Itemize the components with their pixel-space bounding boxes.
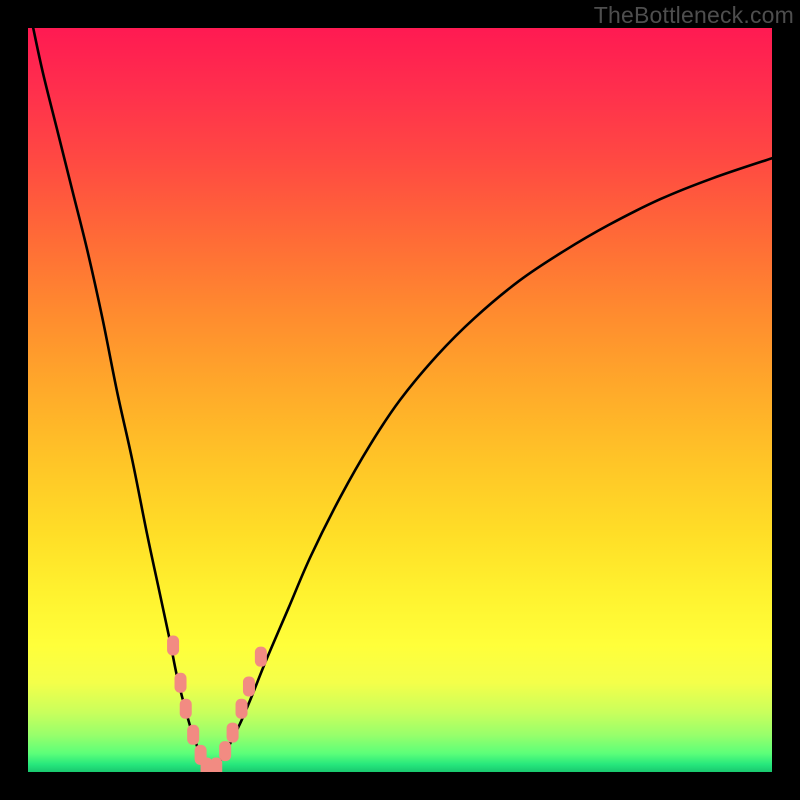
curve-marker xyxy=(255,647,267,667)
curve-marker xyxy=(227,723,239,743)
chart-frame: TheBottleneck.com xyxy=(0,0,800,800)
curve-marker xyxy=(180,699,192,719)
curves-svg xyxy=(28,28,772,772)
curve-marker xyxy=(175,673,187,693)
left-curve xyxy=(33,28,210,769)
plot-area xyxy=(28,28,772,772)
curve-marker xyxy=(167,636,179,656)
curve-marker xyxy=(236,699,248,719)
watermark-text: TheBottleneck.com xyxy=(594,2,794,29)
curve-marker xyxy=(219,741,231,761)
curve-marker xyxy=(243,676,255,696)
right-curve xyxy=(210,158,772,769)
curve-marker xyxy=(187,725,199,745)
curve-marker xyxy=(210,758,222,772)
curve-markers xyxy=(167,636,267,772)
